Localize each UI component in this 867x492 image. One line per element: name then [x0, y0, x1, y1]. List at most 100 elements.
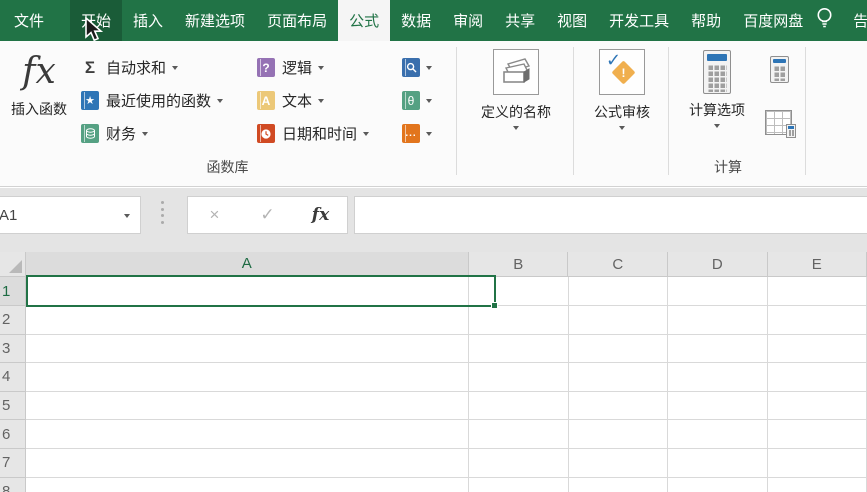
cancel-icon[interactable]: ×: [188, 205, 241, 225]
cell-d4[interactable]: [668, 363, 768, 392]
financial-button[interactable]: 财务: [81, 117, 223, 150]
cell-c2[interactable]: [568, 306, 669, 335]
more-functions-button[interactable]: ...: [402, 117, 432, 150]
cell-e8[interactable]: [768, 477, 867, 492]
theta-book-icon: θ: [402, 91, 420, 110]
row-header-3[interactable]: 3: [0, 334, 26, 364]
cell-b2[interactable]: [469, 306, 569, 335]
cell-b8[interactable]: [469, 477, 569, 492]
tab-new-options[interactable]: 新建选项: [174, 0, 256, 41]
logical-label: 逻辑: [282, 60, 313, 77]
cell-a8[interactable]: [26, 477, 470, 492]
defined-names-label: 定义的名称: [481, 104, 551, 120]
column-header-d[interactable]: D: [668, 252, 768, 277]
enter-check-icon[interactable]: ✓: [241, 205, 294, 225]
logical-button[interactable]: ? 逻辑: [257, 51, 369, 84]
name-box[interactable]: A1: [0, 196, 141, 234]
cell-c4[interactable]: [568, 363, 669, 392]
column-header-b[interactable]: B: [468, 252, 569, 277]
row-header-4[interactable]: 4: [0, 363, 26, 392]
row-header-1[interactable]: 1: [0, 277, 26, 306]
tab-home[interactable]: 开始: [70, 0, 123, 41]
column-header-e[interactable]: E: [767, 252, 867, 277]
cell-e4[interactable]: [767, 363, 867, 392]
cell-e2[interactable]: [767, 306, 867, 335]
formula-auditing-button[interactable]: ! ✓ 公式审核: [577, 49, 667, 130]
calculate-now-button[interactable]: [764, 52, 794, 86]
cell-a2[interactable]: [25, 306, 470, 335]
cell-a6[interactable]: [25, 420, 470, 449]
math-trig-button[interactable]: θ: [402, 84, 432, 117]
column-header-a[interactable]: A: [25, 252, 469, 277]
row-header-2[interactable]: 2: [0, 306, 26, 335]
tell-me[interactable]: 告诉我: [814, 0, 867, 41]
date-time-button[interactable]: 日期和时间: [257, 117, 370, 150]
column-header-c[interactable]: C: [568, 252, 668, 277]
tab-baidu-netdisk[interactable]: 百度网盘: [732, 0, 814, 41]
tab-view[interactable]: 视图: [546, 0, 598, 41]
cell-c6[interactable]: [568, 420, 669, 449]
cell-d1[interactable]: [668, 277, 768, 306]
chevron-down-icon[interactable]: [124, 214, 130, 218]
cell-d8[interactable]: [668, 477, 768, 492]
cell-c3[interactable]: [568, 334, 669, 364]
tab-review[interactable]: 审阅: [442, 0, 494, 41]
cell-a3[interactable]: [25, 334, 470, 364]
active-cell-selection[interactable]: [26, 275, 498, 309]
cell-b7[interactable]: [469, 448, 569, 478]
cell-b5[interactable]: [469, 391, 569, 421]
autosum-button[interactable]: Σ 自动求和: [81, 51, 223, 84]
row-header-5[interactable]: 5: [0, 391, 26, 421]
cell-d5[interactable]: [668, 391, 768, 421]
cell-b6[interactable]: [469, 420, 569, 449]
tab-share[interactable]: 共享: [494, 0, 546, 41]
group-label-calculation: 计算: [714, 159, 742, 175]
cell-c7[interactable]: [568, 448, 669, 478]
ribbon-tab-bar: 文件 开始 插入 新建选项 页面布局 公式 数据 审阅 共享 视图 开发工具 帮…: [0, 0, 867, 41]
cell-c5[interactable]: [568, 391, 669, 421]
fill-handle[interactable]: [491, 302, 498, 309]
cell-d6[interactable]: [668, 420, 768, 449]
cell-d3[interactable]: [668, 334, 768, 364]
cell-d7[interactable]: [668, 448, 768, 478]
tab-insert[interactable]: 插入: [122, 0, 174, 41]
tab-file[interactable]: 文件: [0, 0, 58, 41]
tab-data[interactable]: 数据: [390, 0, 442, 41]
formula-input[interactable]: [354, 196, 867, 234]
calculation-options-label: 计算选项: [689, 102, 745, 118]
tab-developer[interactable]: 开发工具: [598, 0, 680, 41]
cell-c8[interactable]: [569, 477, 669, 492]
tab-formulas[interactable]: 公式: [338, 0, 391, 41]
recently-used-button[interactable]: ★ 最近使用的函数: [81, 84, 224, 117]
tab-page-layout[interactable]: 页面布局: [256, 0, 338, 41]
defined-names-button[interactable]: 定义的名称: [462, 49, 570, 130]
cell-a4[interactable]: [25, 363, 470, 392]
calculate-sheet-button[interactable]: [760, 105, 796, 139]
cell-e1[interactable]: [767, 277, 867, 306]
row-header-8[interactable]: 8: [0, 477, 26, 492]
cell-a5[interactable]: [25, 391, 470, 421]
row-header-6[interactable]: 6: [0, 420, 26, 449]
cell-b3[interactable]: [469, 334, 569, 364]
cell-e6[interactable]: [767, 420, 867, 449]
insert-function-fx-icon[interactable]: fx: [294, 205, 347, 225]
fx-icon: fx: [22, 51, 56, 92]
name-manager-icon: [493, 49, 539, 95]
cell-a7[interactable]: [25, 448, 470, 478]
cell-e7[interactable]: [767, 448, 867, 478]
lightbulb-icon: [814, 6, 835, 35]
formula-bar-resize-handle[interactable]: [161, 201, 164, 224]
tab-help[interactable]: 帮助: [680, 0, 732, 41]
cell-e5[interactable]: [767, 391, 867, 421]
row-header-7[interactable]: 7: [0, 448, 26, 478]
cell-c1[interactable]: [568, 277, 669, 306]
chevron-down-icon: [513, 126, 519, 130]
cell-e3[interactable]: [767, 334, 867, 364]
calculation-options-button[interactable]: 计算选项: [672, 50, 762, 128]
lookup-reference-button[interactable]: [402, 51, 432, 84]
select-all-button[interactable]: [0, 252, 26, 277]
insert-function-button[interactable]: fx 插入函数: [2, 49, 76, 119]
text-button[interactable]: A 文本: [257, 84, 369, 117]
cell-b4[interactable]: [469, 363, 569, 392]
cell-d2[interactable]: [668, 306, 768, 335]
